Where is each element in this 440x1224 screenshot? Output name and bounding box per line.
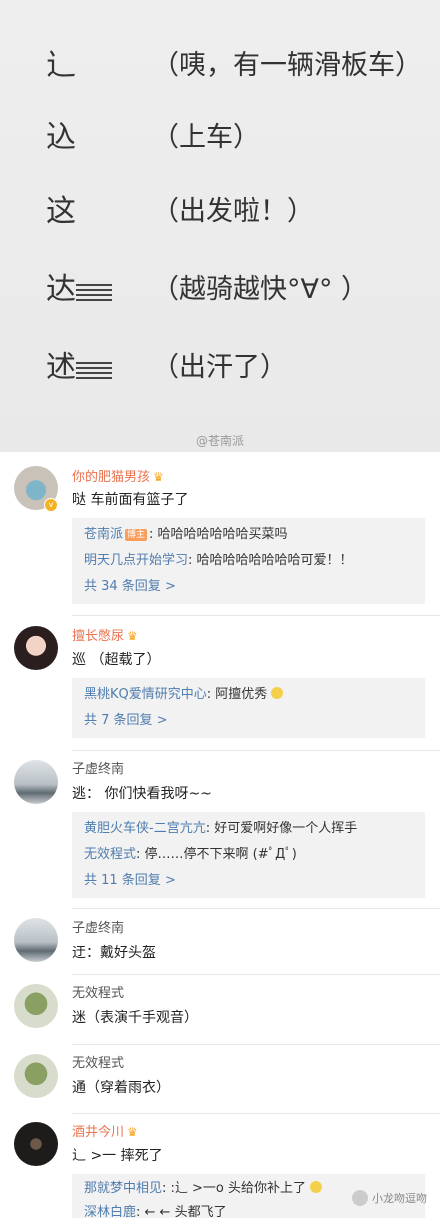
panel-char: 这: [46, 194, 76, 229]
username-text: 无效程式: [72, 1056, 125, 1071]
avatar[interactable]: [14, 918, 58, 962]
avatar[interactable]: [14, 626, 58, 670]
comment-username[interactable]: 无效程式: [72, 1055, 124, 1073]
panel-char: 述: [46, 350, 76, 385]
panel-char: 达: [46, 272, 76, 307]
more-replies-link[interactable]: 共 34 条回复 >: [84, 576, 176, 598]
comment-text: 迷（表演千手观音）: [72, 1010, 198, 1026]
speed-lines-icon: [76, 362, 112, 382]
comment-username[interactable]: 酒井今川 ♛: [72, 1123, 138, 1142]
reply-item: 深林白鹿: ← ← 头都飞了: [84, 1202, 227, 1224]
reply-item: 那就梦中相见: :辶 >一o 头给你补上了: [84, 1178, 323, 1200]
verified-badge-icon: v: [44, 498, 58, 512]
panel-note: （出发啦！）: [152, 196, 314, 227]
username-text: 你的肥猫男孩: [72, 470, 151, 485]
username-text: 酒井今川: [72, 1125, 125, 1140]
reply-text: : 停……停不下来啊 (#ﾟДﾟ): [136, 847, 297, 862]
panel-char: 込: [46, 120, 76, 155]
reply-text: : 哈哈哈哈哈哈哈哈可爱！！: [188, 553, 353, 568]
reply-item: 苍南派 博主: 哈哈哈哈哈哈哈买菜吗: [84, 524, 288, 546]
reply-text: : 好可爱啊好像一个人挥手: [205, 821, 358, 836]
reply-box: 黄胆火车侠-二宫亢亢: 好可爱啊好像一个人挥手 无效程式: 停……停不下来啊 (…: [72, 812, 425, 898]
comment-username[interactable]: 你的肥猫男孩 ♛: [72, 468, 164, 487]
panel-char: 辶: [46, 48, 76, 83]
avatar[interactable]: [14, 760, 58, 804]
comment-text: 巡 （超载了）: [72, 652, 161, 668]
panel-note: （上车）: [152, 122, 260, 153]
avatar[interactable]: [14, 1122, 58, 1166]
speed-lines-icon: [76, 284, 112, 304]
comment-text: 通（穿着雨衣）: [72, 1080, 170, 1096]
panel-note: （咦，有一辆滑板车）: [152, 50, 422, 81]
reply-username[interactable]: 苍南派: [84, 527, 123, 542]
comment-username[interactable]: 无效程式: [72, 985, 124, 1003]
bottom-watermark: 小龙吻逗吻: [352, 1190, 427, 1206]
username-text: 擅长憋尿: [72, 629, 125, 644]
reply-username[interactable]: 明天几点开始学习: [84, 553, 188, 568]
reply-username[interactable]: 那就梦中相见: [84, 1181, 162, 1196]
reply-box: 苍南派 博主: 哈哈哈哈哈哈哈买菜吗 明天几点开始学习: 哈哈哈哈哈哈哈哈可爱！！…: [72, 518, 425, 604]
comment-text: 辶 >一 摔死了: [72, 1148, 163, 1164]
divider: [72, 1113, 440, 1114]
panel-line: 述 （出汗了）: [0, 340, 440, 396]
comment-username[interactable]: 子虚终南: [72, 920, 124, 938]
reply-item: 黑桃KQ爱情研究中心: 阿擅优秀: [84, 684, 284, 706]
divider: [72, 750, 440, 751]
reply-text: : 阿擅优秀: [206, 687, 268, 702]
wechat-logo-icon: [352, 1190, 368, 1206]
reply-username[interactable]: 无效程式: [84, 847, 136, 862]
username-text: 无效程式: [72, 986, 125, 1001]
avatar[interactable]: [14, 984, 58, 1028]
avatar[interactable]: [14, 1054, 58, 1098]
comment-text: 迂：戴好头盔: [72, 945, 156, 961]
reply-username[interactable]: 黑桃KQ爱情研究中心: [84, 687, 207, 702]
divider: [72, 974, 440, 975]
emoji-icon: [310, 1181, 323, 1193]
crown-icon: ♛: [127, 629, 138, 643]
reply-item: 明天几点开始学习: 哈哈哈哈哈哈哈哈可爱！！: [84, 550, 353, 572]
panel-line: 辶 （咦，有一辆滑板车）: [0, 38, 440, 94]
comment-text: 逃： 你们快看我呀~~: [72, 786, 212, 802]
reply-text: : 哈哈哈哈哈哈哈买菜吗: [149, 527, 288, 542]
watermark-text: 小龙吻逗吻: [372, 1192, 427, 1205]
panel-line: 达 （越骑越快°∀° ）: [0, 262, 440, 318]
panel-watermark: @苍南派: [196, 434, 245, 448]
username-text: 子虚终南: [72, 921, 125, 936]
reply-username[interactable]: 黄胆火车侠-二宫亢亢: [84, 821, 206, 836]
reply-item: 无效程式: 停……停不下来啊 (#ﾟДﾟ): [84, 844, 297, 866]
divider: [72, 615, 440, 616]
panel-note: （出汗了）: [152, 352, 287, 383]
reply-text: : :辶 >一o 头给你补上了: [162, 1181, 307, 1196]
reply-item: 黄胆火车侠-二宫亢亢: 好可爱啊好像一个人挥手: [84, 818, 357, 840]
crown-icon: ♛: [127, 1125, 138, 1139]
comment-username[interactable]: 擅长憋尿 ♛: [72, 627, 138, 646]
author-badge: 博主: [125, 529, 148, 541]
panel-line: 这 （出发啦！）: [0, 184, 440, 240]
comment-text: 哒 车前面有篮子了: [72, 492, 189, 508]
more-replies-link[interactable]: 共 7 条回复 >: [84, 710, 168, 732]
image-panel: 辶 （咦，有一辆滑板车） 込 （上车） 这 （出发啦！） 达 （越骑越快°∀° …: [0, 0, 440, 452]
comment-username[interactable]: 子虚终南: [72, 761, 124, 779]
username-text: 子虚终南: [72, 762, 125, 777]
divider: [72, 908, 440, 909]
panel-line: 込 （上车）: [0, 110, 440, 166]
divider: [72, 1044, 440, 1045]
reply-box: 黑桃KQ爱情研究中心: 阿擅优秀 共 7 条回复 >: [72, 678, 425, 738]
more-replies-link[interactable]: 共 11 条回复 >: [84, 870, 176, 892]
panel-note: （越骑越快°∀° ）: [152, 274, 369, 305]
crown-icon: ♛: [153, 470, 164, 484]
emoji-icon: [271, 687, 284, 699]
